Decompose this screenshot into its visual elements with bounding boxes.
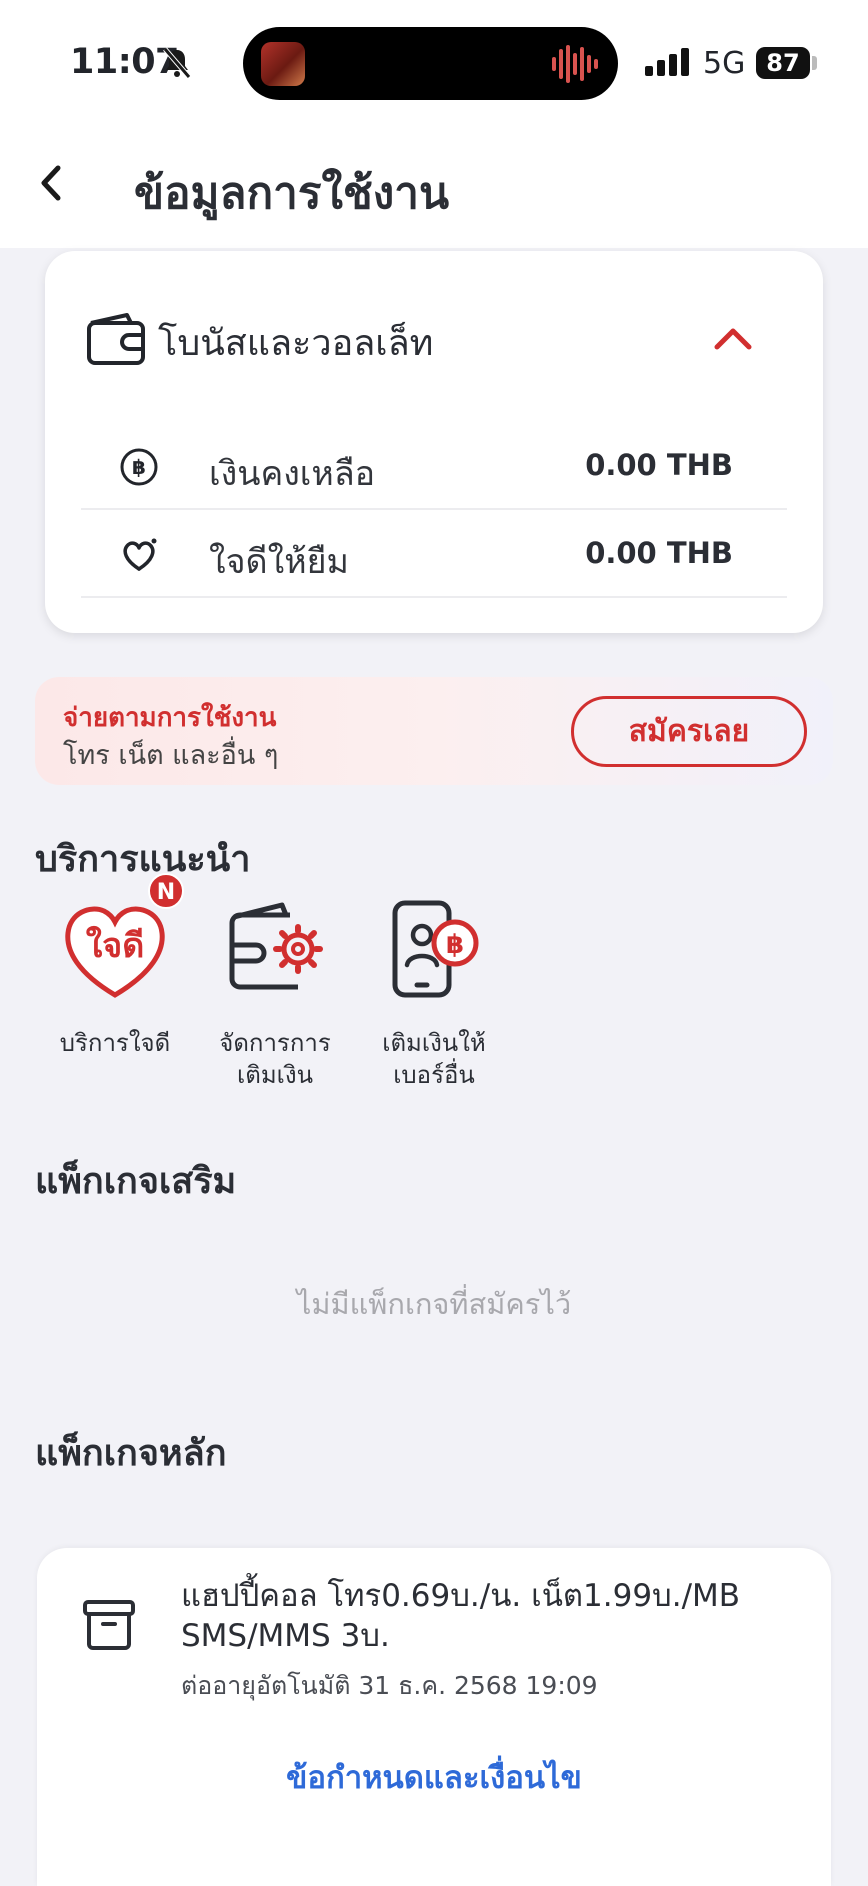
service-topup-others[interactable]: ฿ เติมเงินให้ เบอร์อื่น [359,895,509,1091]
nav-bar: ข้อมูลการใช้งาน [0,118,868,248]
main-package-section-title: แพ็กเกจหลัก [35,1433,227,1474]
addon-section-title: แพ็กเกจเสริม [35,1161,237,1202]
pay-as-you-go-banner: จ่ายตามการใช้งาน โทร เน็ต และอื่น ๆ สมัค… [35,677,833,785]
jaidee-loan-value: 0.00 THB [585,536,733,570]
addon-empty-text: ไม่มีแพ็กเกจที่สมัครไว้ [296,1287,572,1321]
jaidee-heart-icon: ใจดี [65,906,165,998]
back-arrow-icon[interactable] [30,158,74,208]
svg-text:฿: ฿ [132,455,146,479]
wallet-card-title: โบนัสและวอลเล็ท [158,323,434,364]
wallet-settings-icon [229,902,323,990]
chevron-up-icon[interactable] [712,323,754,353]
jaidee-icon-text: ใจดี [86,925,145,966]
status-bar: 11:07 5G 87 [0,0,868,118]
new-badge: N [148,873,184,909]
jaidee-loan-row: ใจดีให้ยืม 0.00 THB [81,510,787,598]
package-box-icon [83,1600,135,1650]
phone-topup-icon: ฿ [392,900,479,998]
terms-link[interactable]: ข้อกำหนดและเงื่อนไข [37,1752,831,1802]
page-title: ข้อมูลการใช้งาน [134,168,450,219]
service-topup-label: จัดการการ เติมเงิน [219,1029,331,1089]
bell-muted-icon [163,47,191,79]
battery-tip [812,56,817,70]
service-topup-others-icon-wrap: ฿ [379,895,489,1005]
service-jaidee[interactable]: ใจดี N บริการใจดี [40,873,190,1059]
baht-coin-icon: ฿ [120,448,158,486]
subscribe-button[interactable]: สมัครเลย [571,696,807,767]
jaidee-loan-label: ใจดีให้ยืม [209,542,349,582]
dynamic-island[interactable] [243,27,618,100]
promo-title: จ่ายตามการใช้งาน [63,703,277,733]
package-name: แฮปปี้คอล โทร0.69บ./น. เน็ต1.99บ./MB SMS… [181,1578,741,1654]
wallet-icon [87,313,145,365]
balance-label: เงินคงเหลือ [209,454,376,494]
svg-text:฿: ฿ [446,930,464,960]
bonus-wallet-card: โบนัสและวอลเล็ท ฿ เงินคงเหลือ 0.00 THB ใ… [45,251,823,633]
service-topup-others-label: เติมเงินให้ เบอร์อื่น [382,1029,486,1089]
service-topup-icon-wrap [220,895,330,1005]
network-type: 5G [703,46,746,81]
recommended-section-title: บริการแนะนำ [35,839,251,880]
promo-subtitle: โทร เน็ต และอื่น ๆ [63,740,279,771]
main-package-card: แฮปปี้คอล โทร0.69บ./น. เน็ต1.99บ./MB SMS… [37,1548,831,1886]
service-topup-management[interactable]: จัดการการ เติมเงิน [200,895,350,1091]
balance-value: 0.00 THB [585,448,733,482]
battery-icon: 87 [756,47,810,79]
cellular-signal-icon [645,48,689,76]
album-art-icon [261,42,305,86]
service-jaidee-label: บริการใจดี [59,1029,171,1057]
heart-icon [123,538,157,571]
service-jaidee-icon-wrap: ใจดี N [60,873,184,1005]
package-renewal: ต่ออายุอัตโนมัติ 31 ธ.ค. 2568 19:09 [181,1671,598,1700]
audio-wave-icon [552,45,598,83]
balance-row: ฿ เงินคงเหลือ 0.00 THB [81,422,787,510]
